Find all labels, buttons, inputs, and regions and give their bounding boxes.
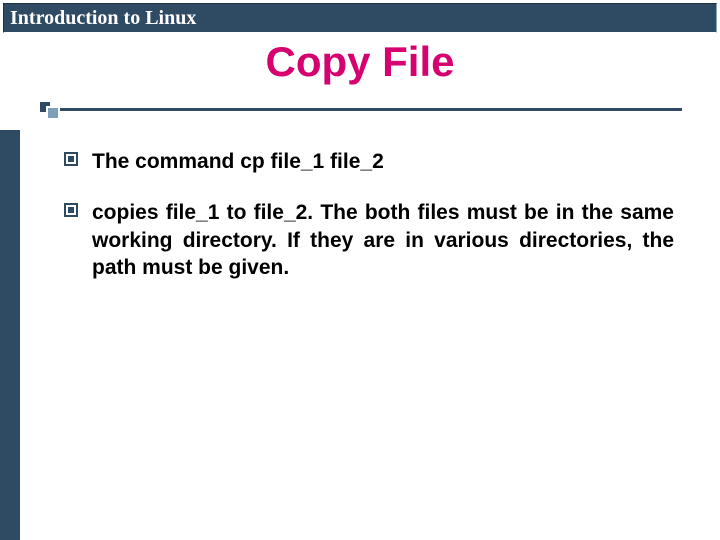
divider-square-front-icon — [46, 106, 60, 120]
body: The command cp file_1 file_2 copies file… — [64, 148, 674, 305]
left-strip — [0, 130, 20, 540]
header-title: Introduction to Linux — [4, 7, 196, 30]
divider-line — [38, 108, 682, 111]
bullet-icon — [64, 152, 78, 166]
bullet-text: The command cp file_1 file_2 — [92, 148, 674, 175]
header-bar: Introduction to Linux — [3, 3, 717, 33]
list-item: The command cp file_1 file_2 — [64, 148, 674, 175]
slide-title: Copy File — [0, 38, 720, 86]
bullet-text: copies file_1 to file_2. The both files … — [92, 199, 674, 281]
title-divider — [38, 100, 682, 118]
list-item: copies file_1 to file_2. The both files … — [64, 199, 674, 281]
slide: Introduction to Linux Copy File The comm… — [0, 0, 720, 540]
bullet-icon — [64, 203, 78, 217]
